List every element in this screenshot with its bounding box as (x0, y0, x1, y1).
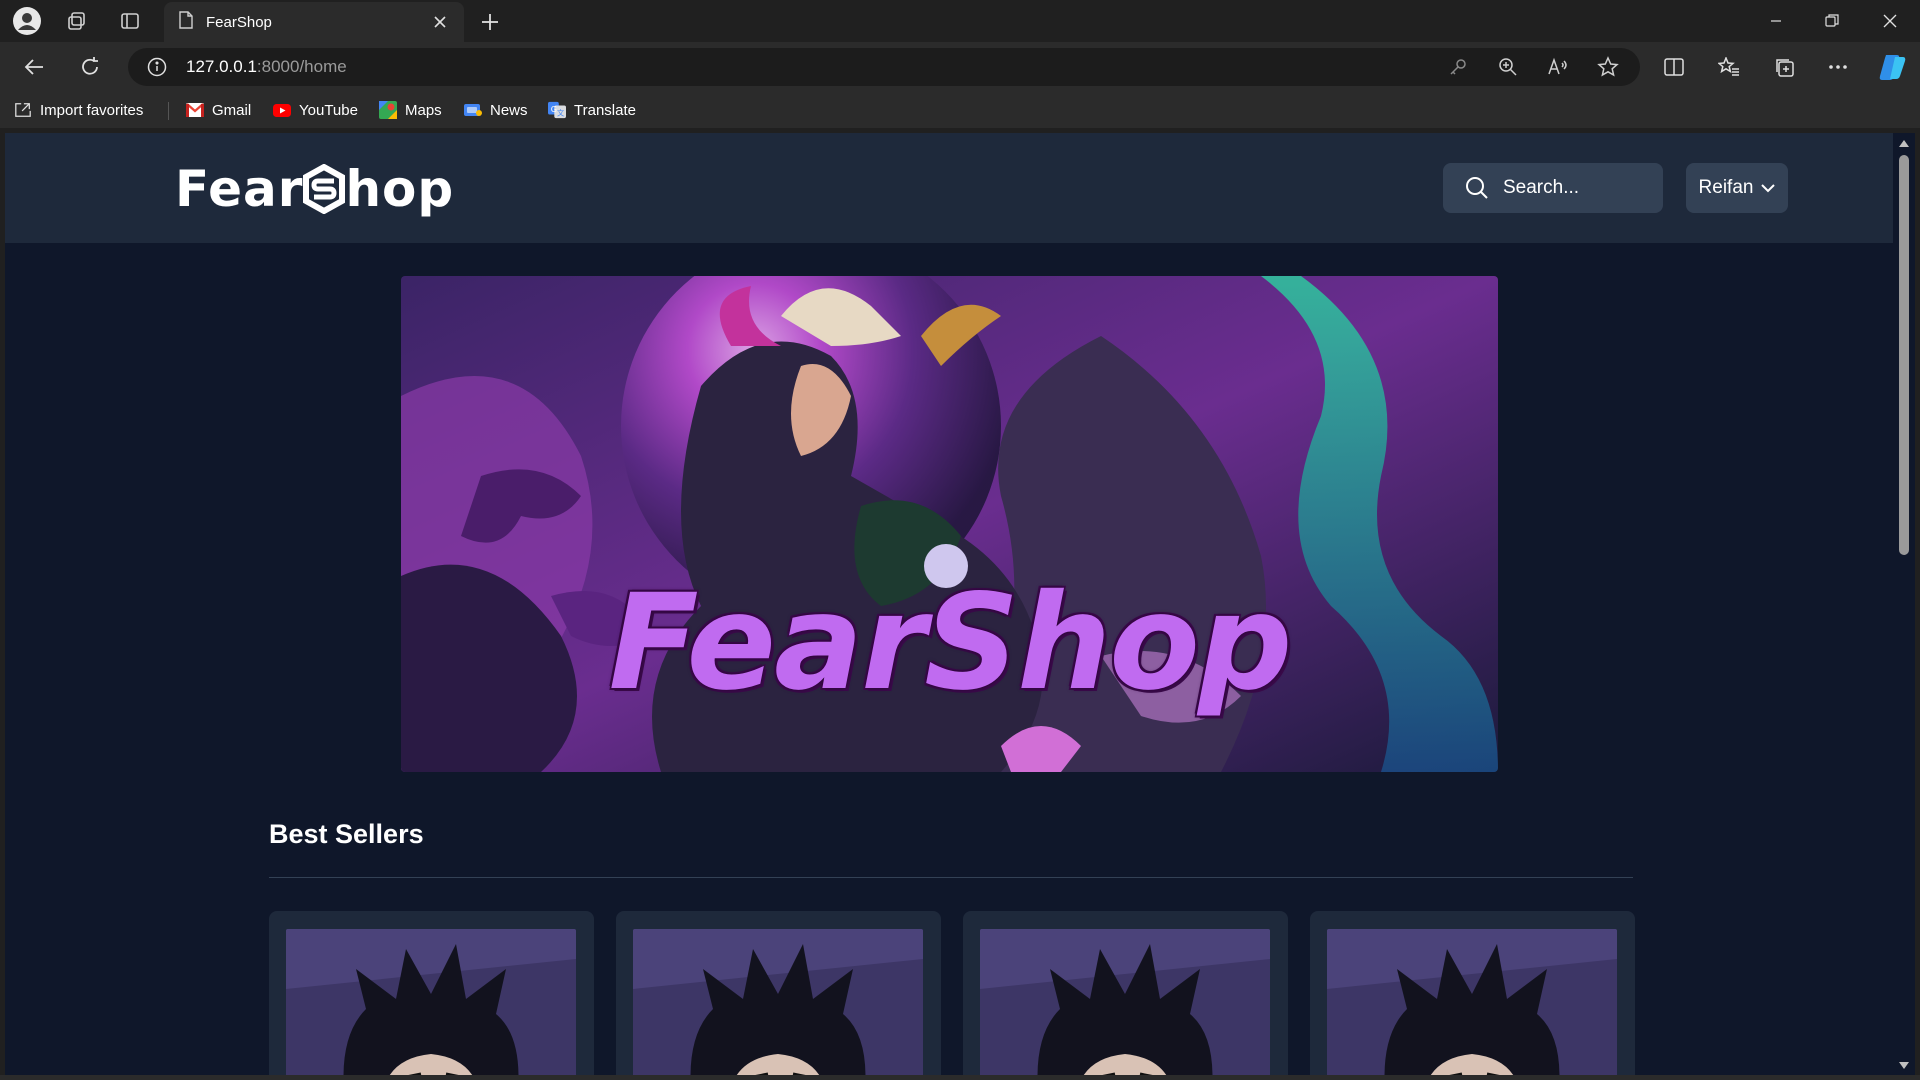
favorite-youtube[interactable]: YouTube (273, 98, 358, 122)
split-screen-icon[interactable] (1656, 50, 1692, 84)
product-image (286, 929, 576, 1075)
search-icon (1466, 177, 1488, 199)
favorite-maps[interactable]: Maps (379, 98, 442, 122)
password-key-icon[interactable] (1443, 52, 1473, 82)
new-tab-button[interactable] (476, 8, 504, 36)
gmail-icon (186, 101, 204, 119)
banner-title: FearShop (608, 566, 1293, 720)
close-tab-icon[interactable] (430, 12, 450, 32)
favorite-import[interactable]: Import favorites (14, 98, 143, 122)
youtube-icon (273, 101, 291, 119)
browser-tab[interactable]: FearShop (164, 2, 464, 42)
browser-titlebar: FearShop (0, 0, 1920, 42)
news-icon (464, 101, 482, 119)
profile-icon[interactable] (12, 6, 42, 36)
scrollbar-thumb[interactable] (1899, 155, 1909, 555)
back-button[interactable] (16, 50, 52, 84)
section-heading: Best Sellers (269, 819, 424, 849)
user-name: Reifan (1698, 177, 1754, 198)
url-text: 127.0.0.1:8000/home (186, 57, 347, 76)
favorites-icon[interactable] (1711, 50, 1747, 84)
search-input[interactable]: Search... (1503, 177, 1579, 199)
product-card[interactable] (269, 911, 594, 1075)
page-viewport: Fear hop Search... Reifan FearShop Best … (5, 133, 1897, 1075)
site-header: Fear hop Search... Reifan (5, 133, 1897, 243)
product-card[interactable] (963, 911, 1288, 1075)
product-image (1327, 929, 1617, 1075)
svg-text:G: G (551, 104, 557, 114)
restore-button[interactable] (1804, 0, 1860, 42)
browser-navbar: 127.0.0.1:8000/home (0, 42, 1920, 92)
tab-title: FearShop (206, 13, 272, 31)
more-menu-icon[interactable] (1820, 50, 1856, 84)
zoom-icon[interactable] (1493, 52, 1523, 82)
favorite-gmail[interactable]: Gmail (186, 98, 251, 122)
search-box[interactable]: Search... (1443, 163, 1663, 213)
scroll-down-icon[interactable] (1898, 1059, 1910, 1071)
logo-hexagon-icon (303, 164, 346, 214)
chevron-down-icon (1761, 183, 1776, 192)
window-bottom-edge (0, 1075, 1920, 1080)
hero-banner: FearShop (401, 276, 1498, 772)
refresh-button[interactable] (72, 50, 108, 84)
translate-icon: G文 (548, 101, 566, 119)
product-image (980, 929, 1270, 1075)
svg-text:文: 文 (557, 108, 564, 117)
product-image (633, 929, 923, 1075)
collections-icon[interactable] (1766, 50, 1802, 84)
read-aloud-icon[interactable] (1543, 52, 1573, 82)
site-info-icon[interactable] (142, 52, 172, 82)
favorites-bar: Import favorites Gmail YouTube Maps News… (0, 92, 1920, 128)
copilot-icon[interactable] (1874, 50, 1910, 84)
favorites-separator (168, 102, 169, 120)
page-scrollbar[interactable] (1893, 133, 1915, 1075)
site-logo[interactable]: Fear hop (175, 160, 454, 218)
minimize-button[interactable] (1748, 0, 1804, 42)
user-menu-button[interactable]: Reifan (1686, 163, 1788, 213)
product-card[interactable] (1310, 911, 1635, 1075)
import-icon (14, 101, 32, 119)
workspaces-icon[interactable] (62, 6, 92, 36)
address-bar[interactable]: 127.0.0.1:8000/home (128, 48, 1640, 86)
maps-icon (379, 101, 397, 119)
section-divider (269, 877, 1633, 878)
favorite-translate[interactable]: G文 Translate (548, 98, 636, 122)
favorite-news[interactable]: News (464, 98, 528, 122)
product-card[interactable] (616, 911, 941, 1075)
favorite-star-icon[interactable] (1593, 52, 1623, 82)
page-icon (178, 10, 194, 34)
close-window-button[interactable] (1862, 0, 1918, 42)
scroll-up-icon[interactable] (1898, 137, 1910, 149)
tab-actions-icon[interactable] (115, 6, 145, 36)
